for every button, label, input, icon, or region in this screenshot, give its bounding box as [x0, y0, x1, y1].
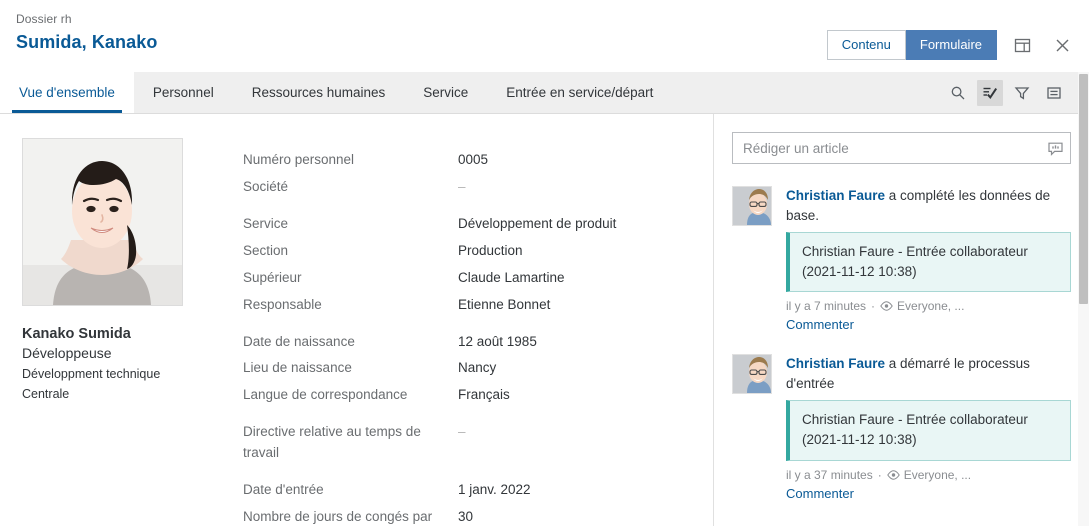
field-label: Service [243, 215, 289, 231]
profile-department: Développment technique [22, 367, 161, 381]
post-quote-card[interactable]: Christian Faure - Entrée collaborateur (… [786, 400, 1071, 461]
tab-bar-tools [939, 72, 1067, 113]
tab-entree-en-service-depart[interactable]: Entrée en service/départ [487, 72, 672, 113]
meta-separator: · [871, 299, 876, 314]
page-body: Kanako Sumida Développeuse Développment … [0, 114, 1089, 526]
post-meta: il y a 37 minutes · Everyone, ... [786, 468, 1071, 482]
field-value: Etienne Bonnet [458, 296, 551, 312]
post-timestamp: il y a 7 minutes [786, 299, 867, 314]
field-value: Production [458, 242, 523, 258]
field-value: 1 janv. 2022 [458, 482, 531, 498]
field-row: Section Production [243, 241, 693, 262]
post-meta: il y a 7 minutes · Everyone, ... [786, 299, 1071, 313]
field-value: – [458, 424, 466, 440]
post-headline: Christian Faure a démarré le processus d… [786, 354, 1071, 393]
field-label: Date d'entrée [243, 482, 324, 498]
filter-icon[interactable] [1009, 80, 1035, 106]
comment-link[interactable]: Commenter [786, 317, 1071, 332]
view-mode-segmented-control: Contenu Formulaire [826, 30, 997, 60]
post-timestamp: il y a 37 minutes [786, 467, 873, 482]
field-value: Développement de produit [458, 215, 617, 231]
visibility-eye-icon [886, 469, 900, 480]
profile-name: Kanako Sumida [22, 326, 131, 342]
tab-list: Vue d'ensemble Personnel Ressources huma… [0, 72, 1089, 113]
field-row: Service Développement de produit [243, 214, 693, 235]
search-icon[interactable] [945, 80, 971, 106]
header-actions: Contenu Formulaire [826, 30, 1077, 60]
page-header: Dossier rh Sumida, Kanako Contenu Formul… [0, 0, 1089, 72]
field-row: Numéro personnel 0005 [243, 150, 693, 171]
field-label: Nombre de jours de congés par an [243, 509, 433, 525]
breadcrumb: Dossier rh [16, 12, 72, 26]
post-quote-card[interactable]: Christian Faure - Entrée collaborateur (… [786, 232, 1071, 293]
field-label: Date de naissance [243, 333, 355, 349]
tab-ressources-humaines[interactable]: Ressources humaines [233, 72, 405, 113]
field-value: 0005 [458, 152, 489, 167]
page-scrollbar-thumb[interactable] [1079, 74, 1088, 304]
field-label: Supérieur [243, 269, 302, 285]
content-view-button[interactable]: Contenu [826, 30, 906, 60]
field-value: 12 août 1985 [458, 333, 537, 349]
article-composer[interactable] [732, 132, 1071, 164]
field-label: Numéro personnel [243, 152, 355, 167]
article-input[interactable] [733, 140, 1040, 156]
feed-post: Christian Faure a complété les données d… [732, 186, 1071, 332]
field-value: Français [458, 387, 510, 403]
avatar [732, 186, 772, 226]
field-row: Date de naissance 12 août 1985 [243, 332, 693, 353]
speech-bubble-icon[interactable] [1040, 140, 1070, 157]
post-author-link[interactable]: Christian Faure [786, 188, 885, 203]
employee-photo [22, 138, 183, 306]
post-author-link[interactable]: Christian Faure [786, 356, 885, 371]
field-label: Lieu de naissance [243, 360, 352, 376]
avatar [732, 354, 772, 395]
activity-check-icon[interactable] [977, 79, 1003, 106]
field-label: Langue de correspondance [243, 387, 408, 403]
activity-feed-pane: Christian Faure a complété les données d… [714, 114, 1089, 526]
field-value: – [458, 178, 466, 194]
profile-role: Développeuse [22, 345, 112, 361]
field-row: Date d'entrée 1 janv. 2022 [243, 480, 693, 501]
feed-post: Christian Faure a démarré le processus d… [732, 354, 1071, 501]
list-icon[interactable] [1041, 80, 1067, 106]
profile-unit: Centrale [22, 387, 70, 401]
field-value: 30 [458, 509, 474, 525]
post-body: Christian Faure a démarré le processus d… [772, 354, 1071, 501]
form-view-button[interactable]: Formulaire [905, 30, 997, 60]
field-row: Directive relative au temps de travail – [243, 422, 693, 464]
field-row: Responsable Etienne Bonnet [243, 295, 693, 316]
field-label: Responsable [243, 296, 322, 312]
close-icon[interactable] [1047, 30, 1077, 60]
field-label: Section [243, 242, 289, 258]
hr-record-page: Dossier rh Sumida, Kanako Contenu Formul… [0, 0, 1089, 526]
detail-field-list: Numéro personnel 0005 Société – Service … [225, 114, 713, 526]
field-label: Directive relative au temps de travail [243, 424, 421, 461]
comment-link[interactable]: Commenter [786, 486, 1071, 501]
visibility-eye-icon [880, 301, 893, 311]
post-body: Christian Faure a complété les données d… [772, 186, 1071, 332]
tab-bar: Vue d'ensemble Personnel Ressources huma… [0, 72, 1089, 114]
field-row: Nombre de jours de congés par an 30 [243, 507, 693, 526]
post-visibility: Everyone, ... [897, 299, 965, 314]
field-row: Langue de correspondance Français [243, 385, 693, 406]
post-visibility: Everyone, ... [903, 467, 972, 482]
field-row: Lieu de naissance Nancy [243, 358, 693, 379]
post-headline: Christian Faure a complété les données d… [786, 186, 1071, 225]
field-value: Claude Lamartine [458, 269, 565, 285]
page-title: Sumida, Kanako [16, 32, 158, 52]
content-pane: Kanako Sumida Développeuse Développment … [0, 114, 714, 526]
field-row: Société – [243, 177, 693, 198]
profile-card: Kanako Sumida Développeuse Développment … [0, 114, 225, 526]
field-row: Supérieur Claude Lamartine [243, 268, 693, 289]
tab-service[interactable]: Service [404, 72, 487, 113]
meta-separator: · [877, 467, 882, 482]
tab-personnel[interactable]: Personnel [134, 72, 233, 113]
field-label: Société [243, 178, 289, 194]
tab-vue-densemble[interactable]: Vue d'ensemble [0, 72, 134, 113]
field-value: Nancy [458, 360, 497, 376]
layout-icon[interactable] [1007, 30, 1037, 60]
